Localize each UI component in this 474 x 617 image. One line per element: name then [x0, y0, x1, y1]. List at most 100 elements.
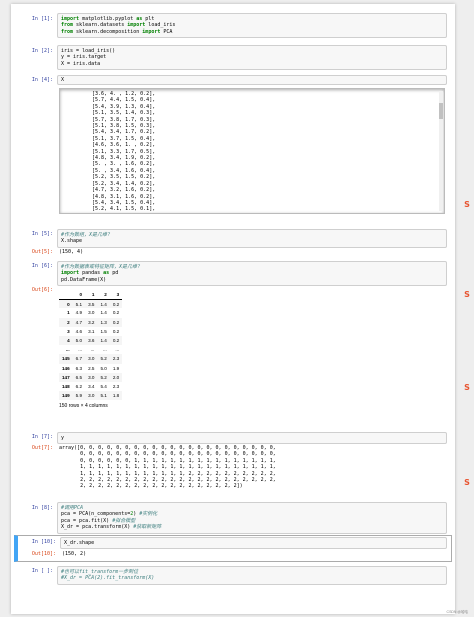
code-input[interactable]: iris = load_iris() y = iris.target X = i…: [57, 45, 447, 71]
code-token: #作为数组，X是几维？: [61, 232, 113, 238]
code-token: y: [61, 435, 65, 441]
table-cell: 1.5: [100, 328, 107, 334]
table-row: 145 6.7 3.0 5.2 2.3: [59, 354, 123, 364]
csdn-side-icon[interactable]: S: [462, 383, 472, 392]
row-index: 3: [67, 328, 70, 334]
code-token: pd.DataFrame(X): [61, 276, 107, 283]
watermark: CSDN @哈哈: [446, 610, 468, 614]
column-header: [59, 290, 73, 300]
selected-code-cell[interactable]: In [10]: X_dr.shape Out[10]: (150, 2): [14, 535, 452, 562]
row-index: 2: [67, 319, 70, 325]
input-prompt: In [2]:: [31, 48, 53, 54]
code-token: #作为数据表或特征矩阵，X是几维？: [61, 264, 143, 270]
table-cell: 6.2: [75, 383, 83, 389]
code-text[interactable]: #也可以fit_transform一步到位 #X_dr = PCA(2).fit…: [61, 569, 443, 582]
input-prompt: In [10]:: [31, 539, 56, 545]
output-scrollbar[interactable]: [439, 91, 443, 211]
table-row: 147 6.5 3.0 5.2 2.0: [59, 372, 123, 382]
input-prompt: In [7]:: [31, 434, 53, 440]
code-cell[interactable]: In [4]: X [3.6, 4. , 1.2, 0.2], [5.7, 4.…: [14, 73, 452, 223]
table-cell: ...: [78, 347, 83, 353]
code-token: X = iris.data: [61, 60, 101, 67]
code-input[interactable]: X: [57, 75, 447, 85]
code-text[interactable]: #作为数据表或特征矩阵，X是几维？ import pandas as pd pd…: [61, 264, 443, 283]
table-cell: 0.2: [112, 328, 120, 334]
input-prompt: In [8]:: [31, 505, 53, 511]
table-cell: ...: [103, 347, 107, 353]
csdn-side-icon[interactable]: S: [462, 478, 472, 487]
table-cell: 5.1: [75, 301, 83, 307]
code-cell[interactable]: In [5]: #作为数组，X是几维？ X.shape Out[5]: (150…: [14, 228, 452, 256]
code-token: sklearn.decomposition: [73, 28, 143, 35]
code-input[interactable]: #作为数据表或特征矩阵，X是几维？ import pandas as pd pd…: [57, 261, 447, 287]
code-input[interactable]: import matplotlib.pyplot as plt from skl…: [57, 13, 447, 39]
dataframe-table: 0123 0 5.1 3.5 1.4 0.2 1 4.9 3.0 1.4 0.2 2 4.7 3.2 1.…: [59, 290, 123, 401]
table-cell: 6.3: [75, 365, 83, 371]
code-cell[interactable]: In [1]: import matplotlib.pyplot as plt …: [14, 11, 452, 41]
output-prompt: Out[7]:: [31, 445, 53, 451]
row-index: 1: [67, 310, 70, 316]
table-cell: 5.1: [100, 393, 107, 399]
row-index: 4: [67, 338, 70, 344]
code-token: #X_dr = PCA(2).fit_transform(X): [61, 575, 155, 582]
column-header: 0: [72, 290, 86, 300]
table-cell: 2.5: [88, 365, 95, 371]
array-output: [3.6, 4. , 1.2, 0.2], [5.7, 4.4, 1.5, 0.…: [92, 91, 156, 213]
csdn-side-icon[interactable]: S: [462, 290, 472, 299]
table-cell: 3.0: [88, 393, 95, 399]
input-prompt: In [1]:: [31, 16, 53, 22]
code-token: pd: [109, 270, 119, 277]
code-cell[interactable]: In [7]: y Out[7]: array([0, 0, 0, 0, 0, …: [14, 430, 452, 500]
scrollbar-thumb[interactable]: [439, 103, 443, 119]
table-cell: 3.0: [88, 310, 95, 316]
code-token: import: [61, 270, 80, 277]
code-token: import: [61, 16, 80, 22]
code-token: #实例化: [139, 511, 158, 518]
table-cell: 6.5: [75, 374, 83, 380]
code-input[interactable]: #调用PCA pca = PCA(n_components=2) #实例化 pc…: [57, 502, 447, 534]
column-header: 3: [109, 290, 123, 300]
table-cell: 0.2: [112, 301, 120, 307]
code-token: X_dr = pca.transform(X): [61, 524, 134, 531]
code-text[interactable]: iris = load_iris() y = iris.target X = i…: [61, 48, 443, 67]
code-input[interactable]: y: [57, 432, 447, 445]
table-row: 0 5.1 3.5 1.4 0.2: [59, 299, 123, 309]
scrolled-output[interactable]: [3.6, 4. , 1.2, 0.2], [5.7, 4.4, 1.5, 0.…: [59, 88, 445, 214]
code-input[interactable]: #也可以fit_transform一步到位 #X_dr = PCA(2).fit…: [57, 566, 447, 585]
code-token: PCA: [160, 28, 173, 35]
table-cell: 3.6: [88, 338, 95, 344]
code-text[interactable]: y: [61, 435, 443, 441]
code-input[interactable]: #作为数组，X是几维？ X.shape: [57, 229, 447, 248]
row-index: 149: [62, 393, 70, 399]
shape-output: (150, 2): [62, 551, 87, 557]
code-cell[interactable]: In [ ]: #也可以fit_transform一步到位 #X_dr = PC…: [14, 564, 452, 586]
code-text[interactable]: X_dr.shape: [64, 540, 443, 546]
code-cell[interactable]: In [2]: iris = load_iris() y = iris.targ…: [14, 43, 452, 71]
table-cell: 6.7: [75, 356, 83, 362]
code-token: pca = pca.fit(X): [61, 517, 113, 524]
code-cell[interactable]: In [8]: #调用PCA pca = PCA(n_components=2)…: [14, 500, 452, 534]
code-token: X.shape: [61, 238, 83, 245]
code-text[interactable]: X: [61, 77, 443, 83]
table-cell: 4.7: [75, 319, 83, 325]
code-text[interactable]: import matplotlib.pyplot as plt from skl…: [61, 16, 443, 35]
code-text[interactable]: #调用PCA pca = PCA(n_components=2) #实例化 pc…: [61, 505, 443, 531]
row-index: 146: [62, 365, 70, 371]
table-cell: 1.8: [112, 393, 120, 399]
code-cell[interactable]: In [6]: #作为数据表或特征矩阵，X是几维？ import pandas …: [14, 259, 452, 429]
code-token: import: [127, 22, 146, 29]
code-text[interactable]: #作为数组，X是几维？ X.shape: [61, 232, 443, 245]
table-row: 2 4.7 3.2 1.3 0.2: [59, 317, 123, 327]
table-cell: 3.5: [88, 301, 95, 307]
code-input[interactable]: X_dr.shape: [60, 537, 447, 550]
table-cell: 2.3: [112, 356, 120, 362]
code-token: X_dr.shape: [64, 540, 95, 546]
code-token: load_iris: [145, 22, 176, 29]
table-cell: 5.9: [75, 393, 83, 399]
table-row: 4 5.0 3.6 1.4 0.2: [59, 335, 123, 346]
table-cell: 3.0: [88, 374, 95, 380]
row-index: ...: [65, 347, 70, 353]
dataframe-shape: 150 rows × 4 columns: [59, 403, 108, 410]
code-token: pandas: [79, 270, 104, 277]
csdn-side-icon[interactable]: S: [462, 200, 472, 209]
